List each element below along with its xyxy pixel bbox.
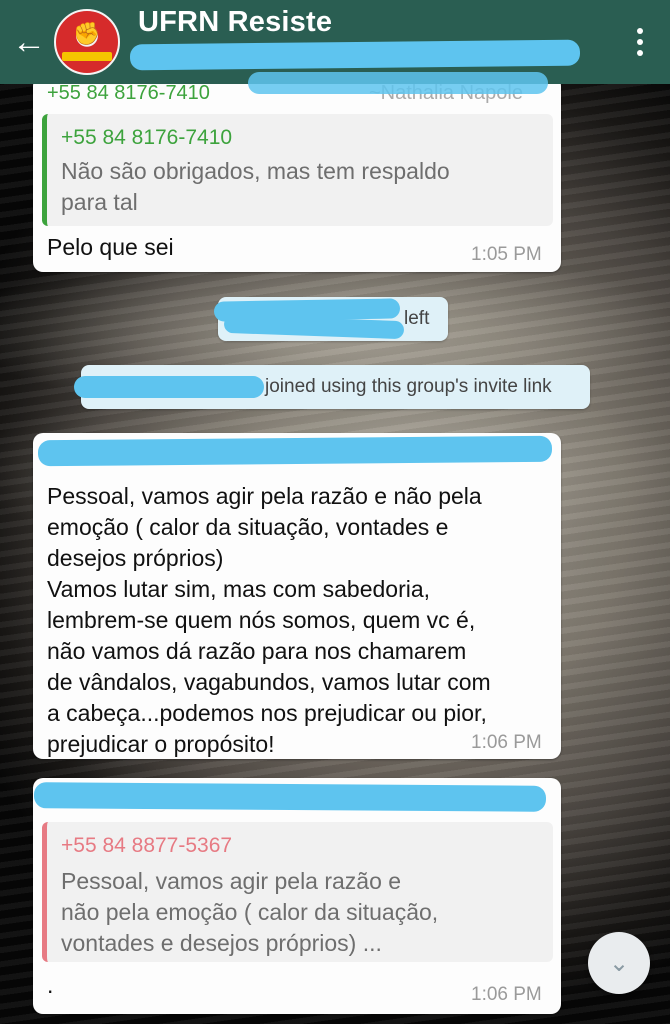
quoted-text-line: não pela emoção ( calor da situação, bbox=[61, 899, 439, 925]
message-text: . bbox=[47, 972, 54, 998]
quoted-text-line: para tal bbox=[61, 189, 138, 215]
avatar-banner bbox=[62, 52, 112, 61]
back-button[interactable]: ← bbox=[4, 0, 54, 84]
message-bubble-1[interactable]: +55 84 8176-7410 ~Nathalia Napole +55 84… bbox=[33, 76, 561, 272]
message-timestamp: 1:06 PM bbox=[471, 732, 542, 753]
system-message-text: joined using this group's invite link bbox=[265, 376, 552, 397]
message-text-line: a cabeça...podemos nos prejudicar ou pio… bbox=[47, 700, 487, 726]
more-options-button[interactable] bbox=[620, 0, 660, 84]
message-text-line: desejos próprios) bbox=[47, 545, 224, 571]
redacted-text bbox=[248, 72, 548, 94]
chevron-double-down-icon: ⌄ bbox=[608, 949, 630, 977]
quoted-sender: +55 84 8877-5367 bbox=[61, 834, 233, 857]
message-bubble-2[interactable]: Pessoal, vamos agir pela razão e não pel… bbox=[33, 433, 561, 759]
scroll-to-bottom-button[interactable]: ⌄ bbox=[588, 932, 650, 994]
message-text: Pelo que sei bbox=[47, 234, 174, 260]
quoted-message[interactable]: +55 84 8877-5367 Pessoal, vamos agir pel… bbox=[42, 822, 553, 962]
message-bubble-3[interactable]: +55 84 8877-5367 Pessoal, vamos agir pel… bbox=[33, 778, 561, 1014]
quoted-text-line: Pessoal, vamos agir pela razão e bbox=[61, 868, 402, 894]
redacted-subtitle bbox=[129, 39, 581, 71]
system-message-text: left bbox=[404, 308, 430, 329]
message-text-line: de vândalos, vagabundos, vamos lutar com bbox=[47, 669, 491, 695]
message-text-line: lembrem-se quem nós somos, quem vc é, bbox=[47, 607, 476, 633]
quoted-message[interactable]: +55 84 8176-7410 Não são obrigados, mas … bbox=[42, 114, 553, 226]
group-avatar[interactable]: ✊ bbox=[54, 9, 120, 75]
quoted-sender: +55 84 8176-7410 bbox=[61, 126, 233, 149]
message-text-line: não vamos dá razão para nos chamarem bbox=[47, 638, 467, 664]
message-text-line: Vamos lutar sim, mas com sabedoria, bbox=[47, 576, 431, 602]
message-text-line: emoção ( calor da situação, vontades e bbox=[47, 514, 449, 540]
message-sender-phone: +55 84 8176-7410 bbox=[47, 82, 210, 104]
quoted-text-line: Não são obrigados, mas tem respaldo bbox=[61, 158, 450, 184]
message-timestamp: 1:05 PM bbox=[471, 244, 542, 265]
message-text-line: prejudicar o propósito! bbox=[47, 731, 275, 757]
group-title: UFRN Resiste bbox=[138, 6, 333, 38]
arrow-left-icon: ← bbox=[12, 22, 46, 61]
fist-logo-icon: ✊ bbox=[73, 21, 101, 46]
redacted-sender bbox=[37, 435, 553, 467]
message-text-line: Pessoal, vamos agir pela razão e não pel… bbox=[47, 483, 482, 509]
quoted-text-line: vontades e desejos próprios) ... bbox=[61, 930, 382, 956]
message-timestamp: 1:06 PM bbox=[471, 984, 542, 1005]
more-vertical-icon bbox=[637, 28, 643, 34]
redacted-participant bbox=[74, 376, 264, 398]
redacted-sender bbox=[33, 782, 547, 812]
